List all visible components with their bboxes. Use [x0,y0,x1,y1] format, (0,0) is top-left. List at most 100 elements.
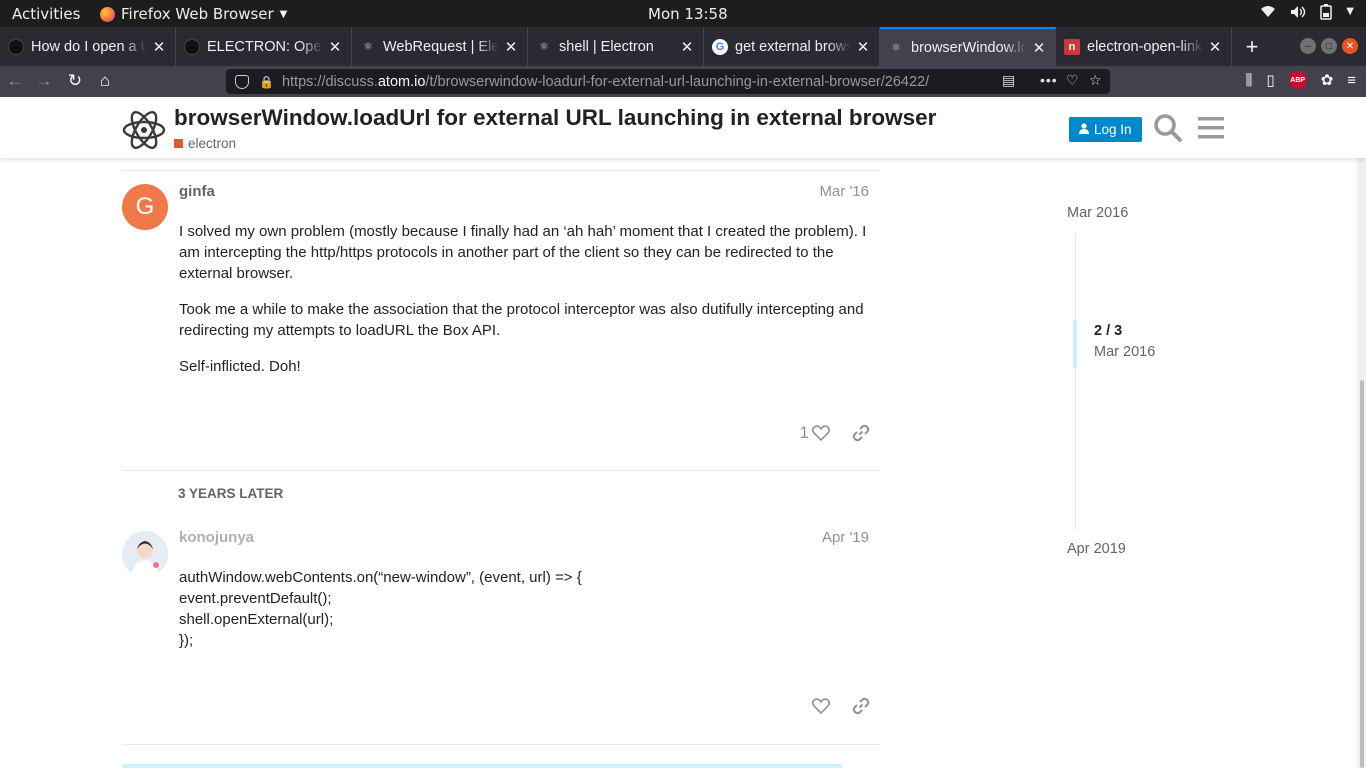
caret-down-icon: ▼ [1346,6,1354,17]
tab-title: ELECTRON: Open link [207,38,323,55]
login-label: Log In [1094,122,1132,137]
timeline-start-date[interactable]: Mar 2016 [1067,205,1128,221]
tab[interactable]: ELECTRON: Open link ✕ [176,27,352,66]
reader-view-icon[interactable]: ▤ [1002,72,1015,89]
username[interactable]: ginfa [179,183,215,200]
maximize-button[interactable]: □ [1321,38,1337,54]
divider [122,470,880,471]
close-icon[interactable]: ✕ [1207,38,1223,56]
url-text[interactable]: https://discuss.atom.io/t/browserwindow-… [282,74,972,90]
timeline-handle[interactable] [1073,320,1077,368]
like-count: 1 [799,423,809,442]
bookmark-star-icon[interactable]: ☆ [1089,72,1102,89]
topic-title[interactable]: browserWindow.loadUrl for external URL l… [174,105,936,131]
github-icon [8,38,24,55]
heart-icon [812,425,830,441]
code-line: shell.openExternal(url); [179,611,334,628]
code-line: }); [179,632,194,649]
google-icon: G [712,38,728,55]
user-photo-icon [122,531,168,577]
tab-title: browserWindow.loadUrl [911,39,1027,56]
post-paragraph: Self-inflicted. Doh! [179,358,301,375]
tab-title: get external browser [735,38,851,55]
menu-icon[interactable] [1198,116,1224,140]
timeline-end-date[interactable]: Apr 2019 [1067,541,1126,557]
tab[interactable]: G get external browser ✕ [704,27,880,66]
post-date[interactable]: Apr '19 [822,529,869,546]
post-3: konojunya Apr '19 authWindow.webContents… [122,528,880,744]
post-body: authWindow.webContents.on(“new-window”, … [179,567,874,651]
search-icon[interactable] [1153,113,1183,143]
volume-icon [1290,4,1306,24]
library-icon[interactable]: ⫼ [1245,72,1252,89]
close-icon[interactable]: ✕ [503,38,519,56]
tab[interactable]: n electron-open-link ✕ [1056,27,1232,66]
activities-button[interactable]: Activities [12,5,80,23]
link-icon[interactable] [852,424,870,442]
reply-area-edge [122,764,842,768]
site-header: browserWindow.loadUrl for external URL l… [0,97,1366,158]
divider [122,170,880,171]
tab[interactable]: ⚛ shell | Electron ✕ [528,27,704,66]
avatar[interactable]: G [122,184,168,230]
timeline-position-date: Mar 2016 [1094,344,1156,360]
firefox-icon [100,6,115,22]
pocket-icon[interactable]: ♡ [1066,72,1079,89]
scrollbar-thumb[interactable] [1360,380,1364,768]
page-actions-icon[interactable]: ••• [1040,72,1058,88]
like-button[interactable] [812,698,830,714]
username[interactable]: konojunya [179,529,254,546]
close-icon[interactable]: ✕ [855,38,871,56]
tracking-shield-icon[interactable] [235,74,249,89]
close-icon[interactable]: ✕ [679,38,695,56]
wifi-icon [1260,4,1276,24]
post-2: G ginfa Mar '16 I solved my own problem … [122,182,880,470]
window-close-button[interactable]: ✕ [1342,38,1358,54]
tab-title: electron-open-link [1087,38,1203,55]
hamburger-menu-icon[interactable]: ≡ [1347,72,1356,89]
clock[interactable]: Mon 13:58 [648,5,728,23]
system-top-bar: Activities Firefox Web Browser ▼ Mon 13:… [0,0,1366,27]
forward-button[interactable]: → [33,70,55,92]
category-color-square [174,139,183,148]
user-icon [1079,122,1089,137]
tab-strip: How do I open a URL ✕ ELECTRON: Open lin… [0,27,1366,66]
timeline-track[interactable] [1075,233,1076,530]
toolbar-right: ⫼ ▯ ABP ✿ ≡ [1245,71,1356,89]
url-bar[interactable]: 🔒 https://discuss.atom.io/t/browserwindo… [226,69,1110,94]
divider [122,744,880,745]
adblock-icon[interactable]: ABP [1288,71,1307,89]
login-button[interactable]: Log In [1069,117,1142,142]
tab[interactable]: How do I open a URL ✕ [0,27,176,66]
close-icon[interactable]: ✕ [1031,39,1047,57]
minimize-button[interactable]: – [1300,38,1316,54]
category-label: electron [188,136,237,151]
close-icon[interactable]: ✕ [151,38,167,56]
post-body: I solved my own problem (mostly because … [179,221,874,392]
reload-button[interactable]: ↻ [64,70,86,92]
category-badge[interactable]: electron [174,136,236,151]
atom-logo-icon[interactable] [121,107,167,153]
new-tab-button[interactable]: + [1236,27,1268,66]
close-icon[interactable]: ✕ [327,38,343,56]
sidebar-icon[interactable]: ▯ [1266,71,1274,89]
lock-icon[interactable]: 🔒 [259,75,274,89]
avatar[interactable] [122,531,168,577]
time-gap-label: 3 YEARS LATER [178,486,284,501]
tab-title: WebRequest | Electron [383,38,499,55]
atom-icon: ⚛ [891,42,901,54]
home-button[interactable]: ⌂ [94,70,116,92]
link-icon[interactable] [852,697,870,715]
system-tray[interactable]: ▼ [1260,4,1354,24]
extension-icon[interactable]: ✿ [1321,71,1334,89]
tab[interactable]: ⚛ WebRequest | Electron ✕ [352,27,528,66]
tab-active[interactable]: ⚛ browserWindow.loadUrl ✕ [880,27,1056,66]
app-menu[interactable]: Firefox Web Browser ▼ [100,5,287,23]
like-button[interactable]: 1 [800,423,830,443]
window-controls: – □ ✕ [1300,38,1358,54]
battery-icon [1320,4,1333,24]
back-button[interactable]: ← [4,70,26,92]
heart-icon [812,698,830,714]
code-line: authWindow.webContents.on(“new-window”, … [179,569,582,586]
post-date[interactable]: Mar '16 [819,183,869,200]
